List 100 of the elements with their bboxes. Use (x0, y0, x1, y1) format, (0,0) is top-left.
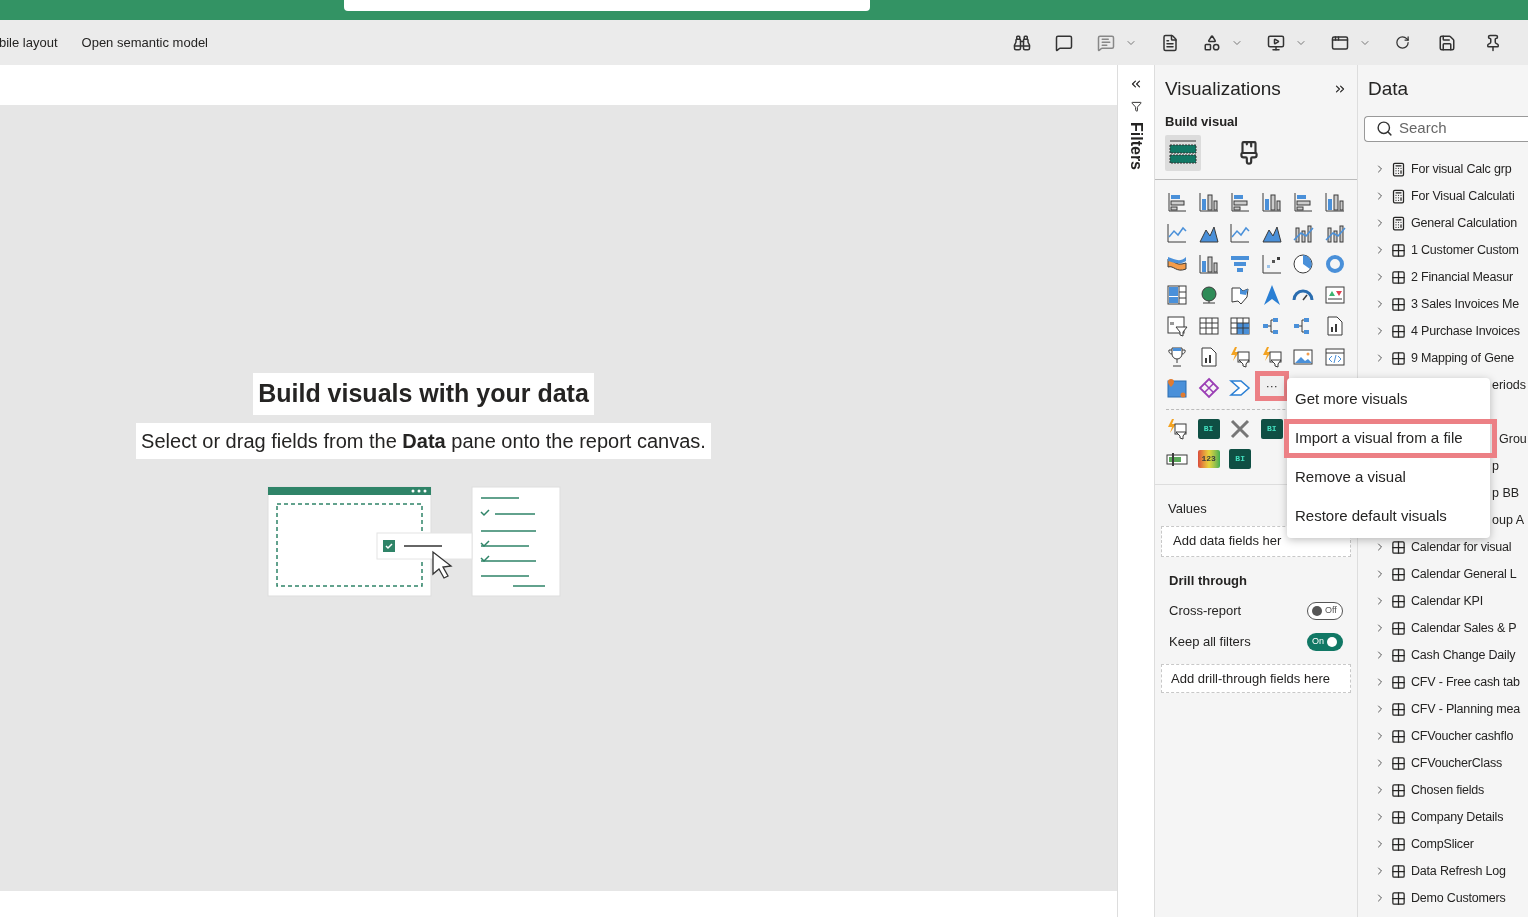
image-icon[interactable] (1292, 346, 1315, 368)
toolbar-button[interactable]: Open semantic model (81, 32, 208, 53)
field-item[interactable]: Data Refresh Log (1358, 857, 1528, 885)
search-field[interactable]: Search (1364, 115, 1528, 142)
toggle-label: Keep all filters (1169, 632, 1251, 651)
field-item[interactable]: CFVoucherClass (1358, 749, 1528, 777)
code-icon[interactable] (1323, 346, 1346, 368)
table-icon (1391, 755, 1406, 771)
line-chart-icon[interactable] (1229, 222, 1252, 244)
kpi-icon[interactable] (1323, 284, 1346, 306)
table-icon (1391, 782, 1406, 798)
toggle-switch[interactable]: Off (1307, 601, 1343, 620)
toolbar-button[interactable]: bile layout (0, 32, 58, 53)
table-icon (1391, 323, 1406, 339)
field-item[interactable]: Calendar General L (1358, 560, 1528, 588)
field-item[interactable]: General Calculation (1358, 209, 1528, 237)
report-canvas[interactable]: Build visuals with your data Select or drag fields from the Data pane onto the report canvas. (0, 105, 1117, 891)
field-item[interactable]: 4 Purchase Invoices (1358, 317, 1528, 345)
field-item[interactable]: Cash Change Daily (1358, 641, 1528, 669)
menu-item[interactable]: Import a visual from a file (1284, 419, 1497, 458)
monitor-icon[interactable] (1267, 33, 1285, 52)
shapes-icon[interactable] (1203, 33, 1221, 52)
custom-visual-tile[interactable]: BI (1197, 419, 1220, 439)
table-icon (1391, 890, 1406, 906)
field-item[interactable]: 1 Customer Custom (1358, 236, 1528, 264)
scatter-chart-icon[interactable] (1260, 253, 1283, 275)
table-icon (1391, 863, 1406, 879)
toggle-label: Cross-report (1169, 601, 1242, 620)
map-pin-icon[interactable] (1166, 377, 1188, 399)
field-item[interactable]: Grou (1499, 432, 1527, 446)
diamond-icon[interactable] (1197, 377, 1220, 399)
lightning-filter-icon[interactable] (1260, 346, 1283, 368)
chevron-shape-icon[interactable] (1229, 377, 1252, 399)
binoculars-icon[interactable] (1013, 33, 1031, 52)
field-item[interactable]: CFV - Planning mea (1358, 695, 1528, 723)
filters-pane-label[interactable]: Filters (1124, 122, 1148, 170)
field-item[interactable]: p (1492, 459, 1499, 473)
menu-item[interactable]: Get more visuals (1287, 380, 1490, 419)
field-item[interactable]: CompSlicer (1358, 830, 1528, 858)
window-icon[interactable] (1331, 33, 1349, 52)
field-item[interactable]: oup A (1492, 513, 1524, 527)
slicer-icon[interactable] (1166, 315, 1188, 337)
table-icon[interactable] (1197, 315, 1220, 337)
table-icon (1391, 728, 1406, 744)
bar-chart-icon[interactable] (1166, 191, 1188, 213)
combo-chart-icon[interactable] (1323, 222, 1346, 244)
column-chart-icon[interactable] (1197, 253, 1220, 275)
field-item[interactable]: Calendar KPI (1358, 587, 1528, 615)
pin-icon[interactable] (1484, 33, 1502, 52)
save-icon[interactable] (1438, 33, 1456, 52)
treemap-icon[interactable] (1166, 284, 1188, 306)
field-item[interactable]: Company Details (1358, 803, 1528, 831)
field-item[interactable]: Calendar Sales & P (1358, 614, 1528, 642)
trophy-icon[interactable] (1166, 346, 1188, 368)
collapse-icon[interactable] (1129, 77, 1143, 91)
combo-chart-icon[interactable] (1292, 222, 1315, 244)
refresh-icon[interactable] (1395, 35, 1410, 50)
table-icon (1391, 296, 1406, 312)
lightning-filter-icon[interactable] (1229, 346, 1252, 368)
bar-chart-icon[interactable] (1292, 191, 1315, 213)
calculator-icon (1391, 161, 1406, 177)
custom-visual-tile[interactable]: BI (1229, 449, 1252, 469)
custom-visual-tile[interactable]: 123 (1197, 450, 1220, 468)
drop-field[interactable]: Add drill-through fields here (1161, 664, 1351, 693)
field-item[interactable]: For visual Calc grp (1358, 155, 1528, 183)
table-icon (1391, 701, 1406, 717)
field-item[interactable]: eriods (1492, 378, 1527, 392)
map-icon[interactable] (1229, 284, 1252, 306)
lightning-filter-icon[interactable] (1166, 418, 1188, 440)
field-item[interactable]: Chosen fields (1358, 776, 1528, 804)
comment-icon[interactable] (1055, 33, 1073, 52)
column-chart-icon[interactable] (1323, 191, 1346, 213)
search-field[interactable] (344, 0, 870, 11)
field-item[interactable]: 3 Sales Invoices Me (1358, 290, 1528, 318)
table-icon (1391, 539, 1406, 555)
column-chart-icon[interactable] (1260, 191, 1283, 213)
more-visuals-button[interactable]: ··· (1254, 371, 1289, 401)
donut-chart-icon[interactable] (1323, 253, 1346, 275)
field-item[interactable]: p BB (1492, 486, 1520, 500)
field-item[interactable]: CFVoucher cashflo (1358, 722, 1528, 750)
matrix-icon[interactable] (1229, 315, 1252, 337)
field-item[interactable]: For Visual Calculati (1358, 182, 1528, 210)
column-chart-icon[interactable] (1197, 191, 1220, 213)
field-item[interactable]: 2 Financial Measur (1358, 263, 1528, 291)
pane-title: Visualizations (1165, 77, 1281, 101)
calculator-icon (1391, 188, 1406, 204)
field-item[interactable]: 9 Mapping of Gene (1358, 344, 1528, 372)
funnel-icon[interactable] (1229, 253, 1252, 275)
field-item[interactable]: CFV - Free cash tab (1358, 668, 1528, 696)
menu-item[interactable]: Remove a visual (1287, 458, 1490, 497)
toggle-switch[interactable]: On (1307, 632, 1343, 651)
filter-icon[interactable] (1130, 101, 1142, 112)
pie-chart-icon[interactable] (1292, 253, 1315, 275)
custom-visual-tile[interactable]: BI (1260, 419, 1283, 439)
notes-icon[interactable] (1161, 33, 1179, 52)
bar-chart-icon[interactable] (1229, 191, 1252, 213)
field-item[interactable]: Demo Customers (1358, 884, 1528, 912)
line-chart-icon[interactable] (1166, 222, 1188, 244)
field-item[interactable]: Calendar for visual (1358, 533, 1528, 561)
canvas-subtitle: Select or drag fields from the Data pane onto the report canvas. (136, 422, 711, 459)
